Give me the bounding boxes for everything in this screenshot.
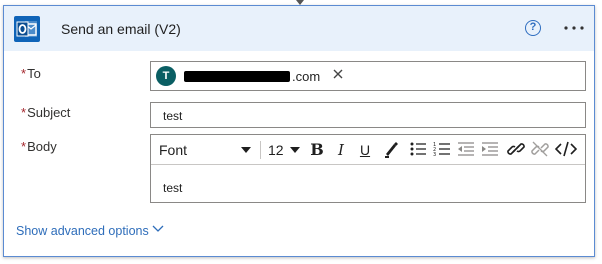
more-options-icon[interactable]	[563, 20, 585, 36]
close-icon[interactable]	[332, 68, 344, 82]
recipient-email-suffix: .com	[292, 69, 321, 84]
subject-label: *Subject	[21, 105, 70, 120]
avatar: T	[156, 66, 176, 86]
body-editor[interactable]: Font 12 B I U 1 2 3 test	[150, 134, 586, 203]
italic-button[interactable]: I	[333, 140, 349, 160]
recipient-email: .com	[184, 69, 320, 84]
font-color-icon[interactable]	[383, 140, 399, 158]
svg-text:3: 3	[433, 152, 436, 158]
recipient-token[interactable]: T .com	[154, 65, 354, 87]
body-value: test	[163, 181, 183, 195]
increase-indent-icon[interactable]	[481, 140, 499, 158]
underline-button[interactable]: U	[357, 140, 373, 160]
numbered-list-icon[interactable]: 1 2 3	[433, 140, 451, 158]
body-label-text: Body	[27, 139, 57, 154]
send-email-action-card: Send an email (V2) ? *To T .com *Subject…	[3, 5, 595, 257]
chevron-down-icon[interactable]	[151, 223, 165, 235]
action-header[interactable]: Send an email (V2) ?	[4, 6, 594, 51]
font-size-value: 12	[268, 142, 284, 158]
insert-link-icon[interactable]	[507, 140, 525, 158]
subject-label-text: Subject	[27, 105, 71, 120]
to-label-text: To	[27, 66, 41, 81]
code-view-icon[interactable]	[555, 140, 577, 158]
bulleted-list-icon[interactable]	[409, 140, 427, 158]
help-icon[interactable]: ?	[525, 20, 541, 36]
required-marker: *	[21, 66, 27, 81]
action-title: Send an email (V2)	[61, 21, 181, 37]
bold-button[interactable]: B	[308, 140, 326, 160]
decrease-indent-icon[interactable]	[457, 140, 475, 158]
outlook-icon	[14, 16, 40, 42]
font-size-select[interactable]: 12	[268, 140, 288, 160]
body-label: *Body	[21, 139, 57, 154]
rich-text-toolbar: Font 12 B I U 1 2 3	[151, 135, 585, 165]
toolbar-divider	[260, 141, 261, 159]
to-label: *To	[21, 66, 41, 81]
to-field[interactable]: T .com	[150, 61, 586, 91]
chevron-down-icon[interactable]	[241, 147, 251, 153]
required-marker: *	[21, 139, 27, 154]
remove-link-icon[interactable]	[531, 140, 549, 158]
font-family-value: Font	[159, 142, 188, 158]
redacted-email-part	[184, 71, 290, 82]
chevron-down-icon[interactable]	[290, 147, 300, 153]
required-marker: *	[21, 105, 27, 120]
subject-input[interactable]: test	[150, 102, 586, 128]
show-advanced-options-link[interactable]: Show advanced options	[16, 224, 149, 238]
font-family-select[interactable]: Font	[159, 140, 251, 160]
subject-value: test	[163, 109, 183, 123]
